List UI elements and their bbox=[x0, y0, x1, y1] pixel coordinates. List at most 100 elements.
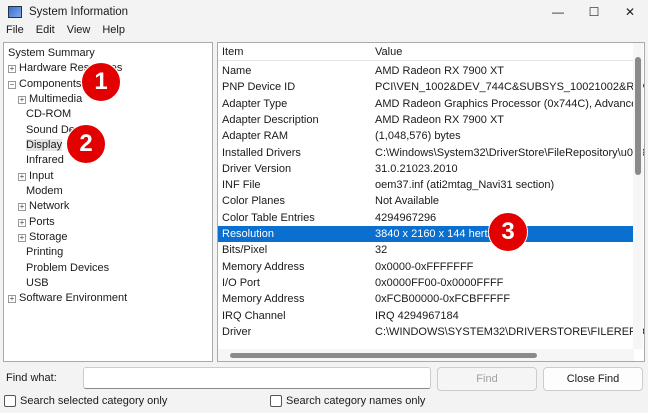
value-cell: 0xFCB00000-0xFCBFFFFF bbox=[375, 293, 511, 306]
table-row[interactable]: Memory Address 0x0000-0xFFFFFFF bbox=[218, 259, 633, 275]
item-cell: Bits/Pixel bbox=[222, 244, 268, 257]
tree-item[interactable]: Printing bbox=[26, 245, 63, 260]
item-cell: Resolution bbox=[222, 228, 274, 240]
tree-item[interactable]: + Network bbox=[18, 199, 69, 214]
tree-item-label: Problem Devices bbox=[26, 261, 110, 274]
details-list[interactable]: Item Value Name AMD Radeon RX 7900 XT PNP … bbox=[217, 42, 645, 362]
table-row[interactable]: I/O Port 0x0000FF00-0x0000FFFF bbox=[218, 275, 633, 291]
table-row[interactable]: Adapter Description AMD Radeon RX 7900 XT bbox=[218, 112, 633, 128]
tree-item[interactable]: Modem bbox=[26, 184, 63, 199]
table-row[interactable]: Memory Address 0xFCB00000-0xFCBFFFFF bbox=[218, 291, 633, 307]
tree-item[interactable]: USB bbox=[26, 276, 49, 291]
table-row[interactable]: PNP Device ID PCI\VEN_1002&DEV_744C&SUBSY… bbox=[218, 79, 644, 95]
expand-icon[interactable]: + bbox=[8, 65, 16, 74]
item-cell: PNP Device ID bbox=[222, 81, 296, 94]
table-row[interactable]: INF File oem37.inf (ati2mtag_Navi31 secti… bbox=[218, 177, 633, 193]
close-button[interactable]: ✕ bbox=[612, 0, 648, 24]
value-cell: PCI\VEN_1002&DEV_744C&SUBSYS_10021002&RE… bbox=[375, 81, 645, 94]
checkbox-label: Search category names only bbox=[286, 395, 426, 407]
expand-icon[interactable]: + bbox=[18, 203, 26, 212]
tree-item[interactable]: + Input bbox=[18, 169, 53, 184]
find-button[interactable]: Find bbox=[437, 367, 537, 391]
title-bar: System Information — ☐ ✕ bbox=[0, 0, 648, 24]
item-cell: Adapter Type bbox=[222, 97, 288, 110]
value-cell: AMD Radeon RX 7900 XT bbox=[375, 65, 505, 77]
table-row[interactable]: IRQ Channel IRQ 4294967184 bbox=[218, 308, 633, 324]
close-find-button[interactable]: Close Find bbox=[543, 367, 643, 391]
table-row[interactable]: Name AMD Radeon RX 7900 XT bbox=[218, 63, 633, 79]
minimize-button[interactable]: — bbox=[540, 0, 576, 24]
tree-item-label: Multimedia bbox=[29, 92, 83, 105]
tree-item-label: Components bbox=[19, 77, 82, 90]
value-cell: 0x0000FF00-0x0000FFFF bbox=[375, 276, 504, 289]
tree-item-label: Infrared bbox=[26, 154, 64, 167]
table-row[interactable]: Bits/Pixel 32 bbox=[218, 242, 633, 258]
item-cell: INF File bbox=[222, 179, 261, 192]
search-selected-category-checkbox[interactable]: Search selected category only bbox=[4, 395, 167, 407]
expand-icon[interactable]: + bbox=[18, 95, 26, 104]
tree-item-label: Display bbox=[26, 138, 63, 151]
tree-item[interactable]: CD-ROM bbox=[26, 107, 71, 122]
expand-icon[interactable]: + bbox=[18, 218, 26, 227]
vertical-scrollbar[interactable] bbox=[633, 43, 643, 349]
maximize-button[interactable]: ☐ bbox=[576, 0, 612, 24]
item-cell: Adapter Description bbox=[222, 113, 319, 126]
checkbox-box[interactable] bbox=[4, 395, 16, 407]
tree-item-label: Ports bbox=[29, 215, 55, 228]
column-header-item[interactable]: Item bbox=[222, 43, 243, 61]
expand-icon[interactable]: + bbox=[18, 233, 26, 242]
table-row[interactable]: Resolution 3840 x 2160 x 144 hertz bbox=[218, 226, 633, 243]
table-row[interactable]: Color Table Entries 4294967296 bbox=[218, 210, 633, 226]
system-information-icon bbox=[8, 6, 22, 18]
table-row[interactable]: Installed Drivers C:\Windows\System32\Dri… bbox=[218, 145, 644, 161]
item-cell: Installed Drivers bbox=[222, 146, 301, 159]
table-row[interactable]: Adapter RAM (1,048,576) bytes bbox=[218, 128, 633, 144]
tree-item[interactable]: + Ports bbox=[18, 215, 55, 230]
item-cell: Memory Address bbox=[222, 293, 305, 306]
menu-view[interactable]: View bbox=[67, 24, 91, 40]
tree-item[interactable]: Infrared bbox=[26, 153, 64, 168]
table-row[interactable]: Color Planes Not Available bbox=[218, 193, 633, 209]
collapse-icon[interactable]: − bbox=[8, 80, 16, 89]
expand-icon[interactable]: + bbox=[8, 295, 16, 304]
horizontal-scrollbar[interactable] bbox=[218, 349, 634, 361]
tree-item[interactable]: + Multimedia bbox=[18, 92, 82, 107]
tree-item[interactable]: System Summary bbox=[8, 46, 95, 61]
tree-item[interactable]: + Software Environment bbox=[8, 291, 127, 306]
table-row[interactable]: Driver Version 31.0.21023.2010 bbox=[218, 161, 633, 177]
menu-file[interactable]: File bbox=[6, 24, 24, 40]
item-cell: Adapter RAM bbox=[222, 130, 289, 143]
tree-item[interactable]: Problem Devices bbox=[26, 261, 109, 276]
tree-item-label: Input bbox=[29, 169, 54, 182]
horizontal-scroll-thumb[interactable] bbox=[230, 353, 537, 358]
table-row[interactable]: Driver C:\WINDOWS\SYSTEM32\DRIVERSTORE\FI… bbox=[218, 324, 644, 340]
tree-item-label: Modem bbox=[26, 184, 63, 197]
item-cell: Driver bbox=[222, 325, 252, 338]
value-cell: (1,048,576) bytes bbox=[375, 130, 461, 143]
value-cell: 4294967296 bbox=[375, 211, 437, 224]
checkbox-label: Search selected category only bbox=[20, 395, 168, 407]
annotation-badge-3: 3 bbox=[488, 212, 528, 252]
find-what-input[interactable] bbox=[83, 367, 431, 389]
value-cell: oem37.inf (ati2mtag_Navi31 section) bbox=[375, 179, 555, 192]
tree-item-label: Network bbox=[29, 200, 70, 213]
menu-edit[interactable]: Edit bbox=[36, 24, 55, 40]
item-cell: I/O Port bbox=[222, 276, 260, 289]
tree-item[interactable]: − Components bbox=[8, 77, 81, 92]
tree-item[interactable]: + Storage bbox=[18, 230, 68, 245]
tree-item-label: Software Environment bbox=[19, 292, 128, 305]
expand-icon[interactable]: + bbox=[18, 172, 26, 181]
search-category-names-checkbox[interactable]: Search category names only bbox=[270, 395, 425, 407]
menu-help[interactable]: Help bbox=[102, 24, 125, 40]
tree-item-label: USB bbox=[26, 276, 49, 289]
value-cell: AMD Radeon RX 7900 XT bbox=[375, 113, 505, 126]
value-cell: 0x0000-0xFFFFFFF bbox=[375, 260, 474, 273]
column-header-value[interactable]: Value bbox=[375, 43, 402, 61]
checkbox-box[interactable] bbox=[270, 395, 282, 407]
value-cell: IRQ 4294967184 bbox=[375, 309, 459, 322]
list-header: Item Value bbox=[218, 43, 634, 61]
vertical-scroll-thumb[interactable] bbox=[635, 57, 641, 175]
tree-item-label: Printing bbox=[26, 246, 64, 259]
table-row[interactable]: Adapter Type AMD Radeon Graphics Processo… bbox=[218, 96, 644, 112]
tree-item[interactable]: Display bbox=[26, 138, 63, 153]
